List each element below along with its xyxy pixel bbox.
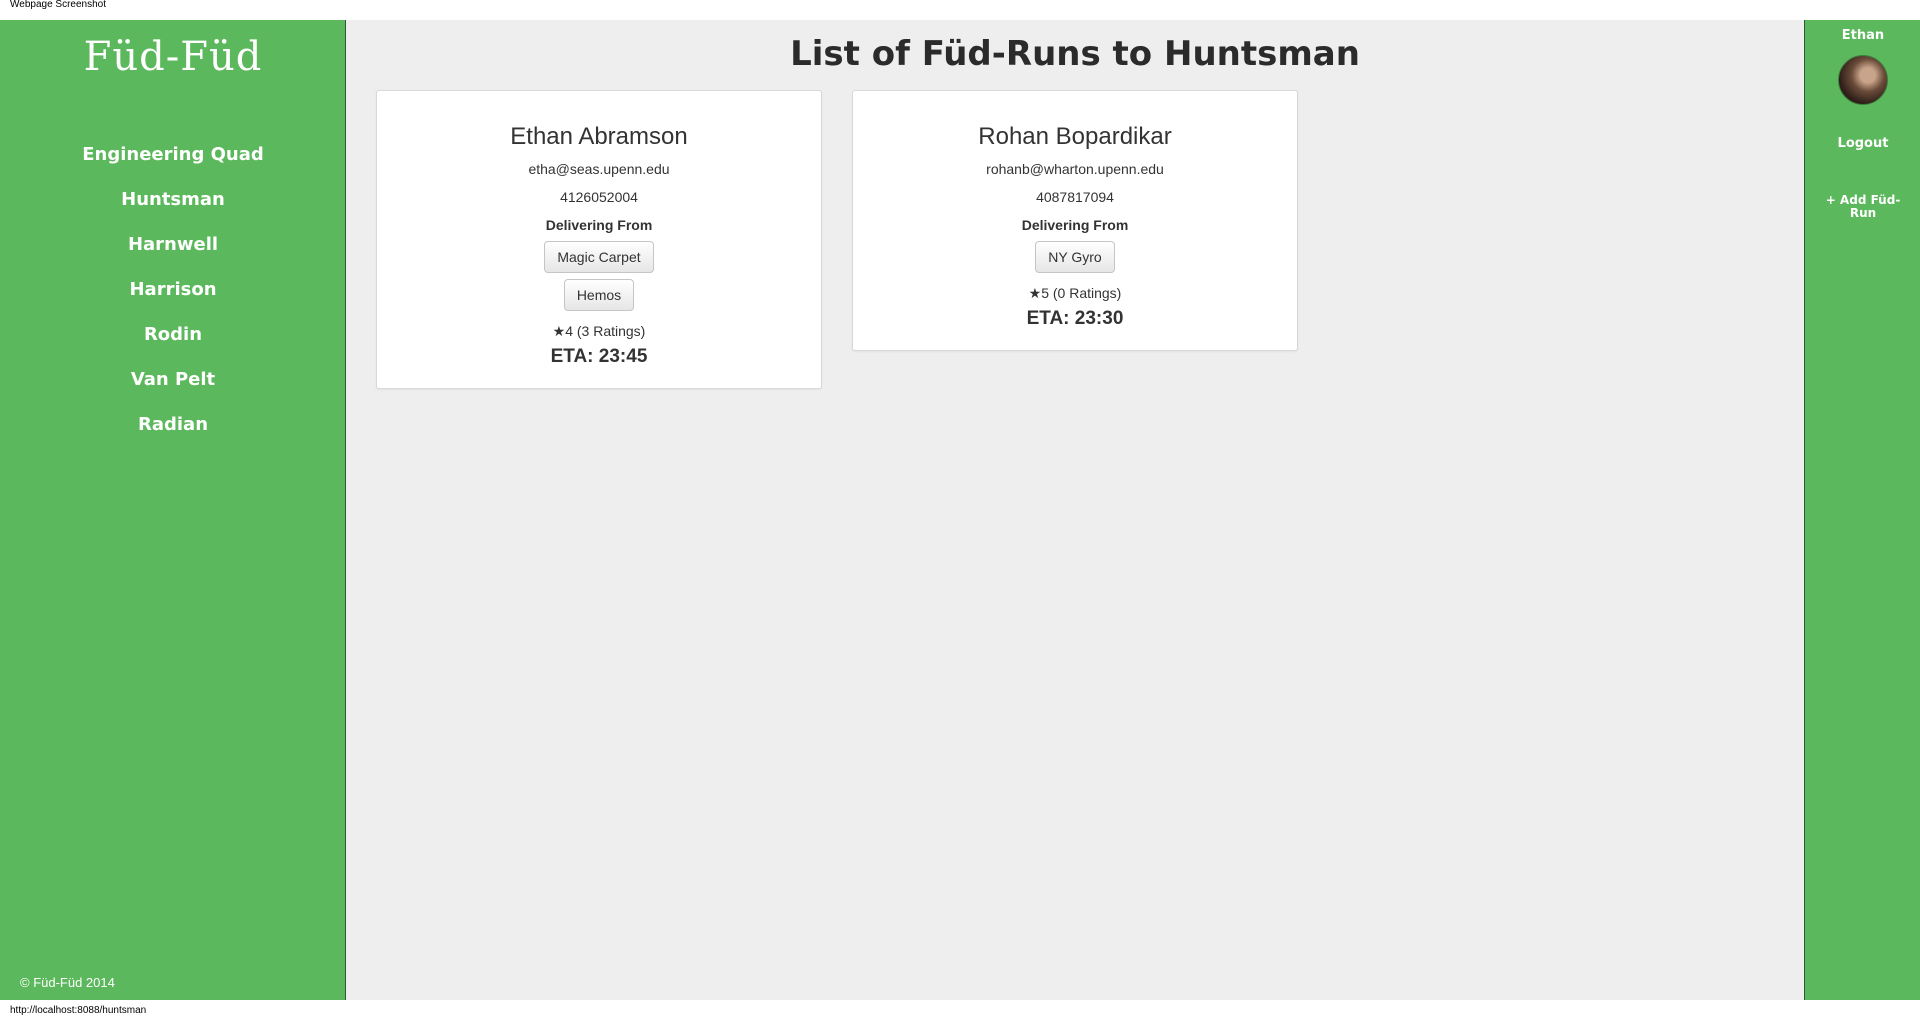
delivering-from-label: Delivering From — [545, 217, 653, 233]
runner-rating: ★5 (0 Ratings) — [1028, 285, 1122, 301]
runner-eta: ETA: 23:30 — [1026, 308, 1124, 329]
delivering-from-label: Delivering From — [1021, 217, 1129, 233]
runner-email: etha@seas.upenn.edu — [528, 161, 670, 177]
copyright-text: © Füd-Füd 2014 — [20, 975, 115, 990]
add-fud-run-link[interactable]: + Add Füd-Run — [1805, 194, 1920, 220]
main-content: List of Füd-Runs to Huntsman Ethan Abram… — [346, 20, 1804, 1000]
fud-run-card: Rohan Bopardikar rohanb@wharton.upenn.ed… — [852, 90, 1298, 351]
runner-eta: ETA: 23:45 — [550, 346, 648, 367]
screenshot-label: Webpage Screenshot — [0, 0, 1920, 20]
restaurant-button-ny-gyro[interactable]: NY Gyro — [1035, 241, 1115, 273]
status-url: http://localhost:8088/huntsman — [0, 1000, 1920, 1021]
location-nav: Engineering Quad Huntsman Harnwell Harri… — [0, 132, 346, 447]
app-frame: Füd-Füd Engineering Quad Huntsman Harnwe… — [0, 20, 1920, 1000]
nav-item-radian[interactable]: Radian — [0, 402, 346, 447]
user-name: Ethan — [1841, 28, 1885, 43]
runner-name: Ethan Abramson — [510, 123, 688, 150]
nav-item-rodin[interactable]: Rodin — [0, 312, 346, 357]
page-title: List of Füd-Runs to Huntsman — [790, 34, 1360, 74]
nav-item-engineering-quad[interactable]: Engineering Quad — [0, 132, 346, 177]
avatar[interactable] — [1838, 55, 1888, 105]
nav-item-huntsman[interactable]: Huntsman — [0, 177, 346, 222]
runner-phone: 4126052004 — [560, 189, 638, 205]
logout-link[interactable]: Logout — [1805, 136, 1920, 151]
fud-run-list: Ethan Abramson etha@seas.upenn.edu 41260… — [376, 90, 1298, 389]
runner-name: Rohan Bopardikar — [978, 123, 1172, 150]
app-logo[interactable]: Füd-Füd — [0, 34, 346, 80]
runner-rating: ★4 (3 Ratings) — [552, 323, 646, 339]
nav-item-van-pelt[interactable]: Van Pelt — [0, 357, 346, 402]
restaurant-button-magic-carpet[interactable]: Magic Carpet — [544, 241, 654, 273]
runner-phone: 4087817094 — [1036, 189, 1114, 205]
left-sidebar: Füd-Füd Engineering Quad Huntsman Harnwe… — [0, 20, 346, 1000]
user-panel: Ethan Logout + Add Füd-Run — [1804, 20, 1920, 1000]
restaurant-button-hemos[interactable]: Hemos — [563, 279, 635, 311]
runner-email: rohanb@wharton.upenn.edu — [986, 161, 1164, 177]
fud-run-card: Ethan Abramson etha@seas.upenn.edu 41260… — [376, 90, 822, 389]
nav-item-harnwell[interactable]: Harnwell — [0, 222, 346, 267]
nav-item-harrison[interactable]: Harrison — [0, 267, 346, 312]
